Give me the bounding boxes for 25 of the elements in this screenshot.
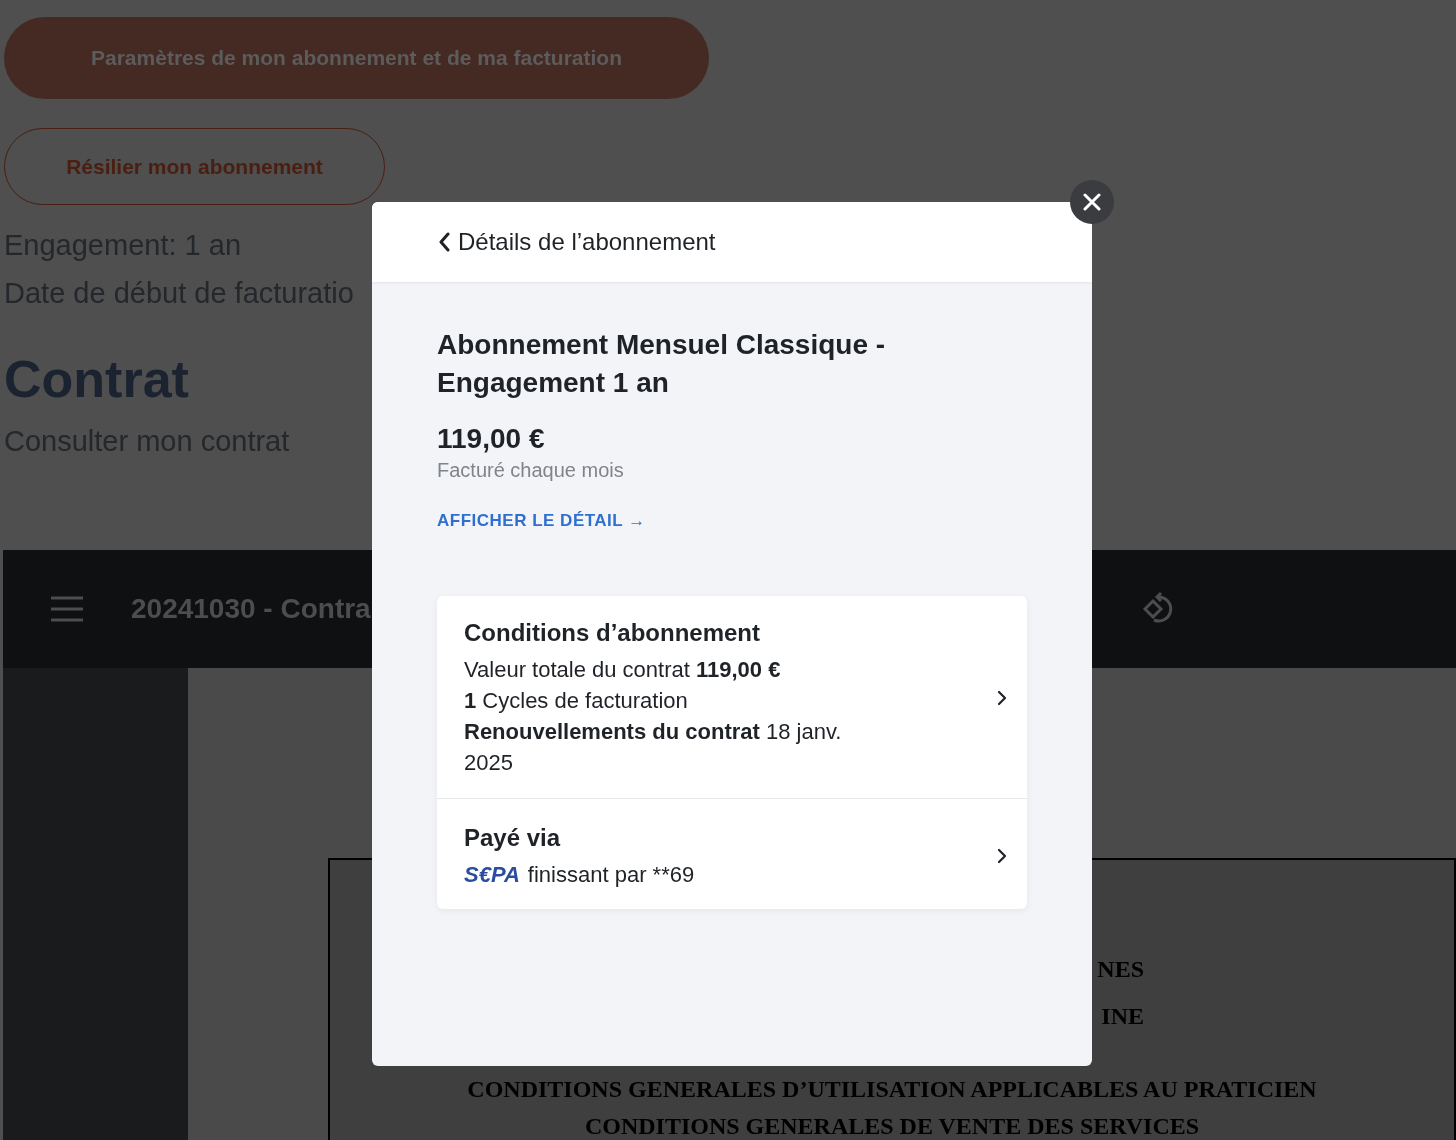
sepa-logo: S€PA [464, 860, 520, 889]
document-heading: INE [1101, 1002, 1144, 1031]
close-button[interactable] [1070, 180, 1114, 224]
condition-text: Valeur totale du contrat 119,00 € [464, 655, 782, 684]
show-detail-link[interactable]: AFFICHER LE DÉTAIL → [437, 508, 646, 534]
document-title: 20241030 - Contra [131, 592, 371, 626]
document-heading: CONDITIONS GENERALES DE VENTE DES SERVICES [584, 1112, 1200, 1140]
payment-row[interactable]: Payé via S€PA finissant par **69 [437, 798, 1027, 909]
chevron-left-icon [438, 232, 450, 252]
row-title: Payé via [464, 822, 562, 853]
condition-text: 1 Cycles de facturation [464, 686, 689, 715]
payment-text: finissant par **69 [527, 860, 695, 889]
document-heading: CONDITIONS GENERALES D’UTILISATION APPLICABLES AU PRATICIEN [467, 1075, 1317, 1104]
back-button[interactable]: Détails de l’abonnement [438, 224, 716, 260]
conditions-row[interactable]: Conditions d’abonnement Valeur totale du contrat 119,00 € 1 Cycles de facturation Renouvellements du contrat 18 janv. 2025 [437, 595, 1027, 799]
chevron-right-icon [997, 689, 1007, 706]
row-title: Conditions d’abonnement [464, 617, 761, 648]
condition-text: Renouvellements du contrat 18 janv. 2025 [464, 717, 843, 777]
chevron-right-icon [997, 847, 1007, 864]
document-heading: NES [1097, 955, 1144, 984]
billing-frequency: Facturé chaque mois [437, 458, 625, 483]
menu-icon[interactable] [51, 596, 83, 622]
plan-name: Abonnement Mensuel Classique - Engagement 1 an [437, 328, 887, 400]
close-icon [1083, 193, 1101, 211]
price: 119,00 € [437, 422, 546, 456]
